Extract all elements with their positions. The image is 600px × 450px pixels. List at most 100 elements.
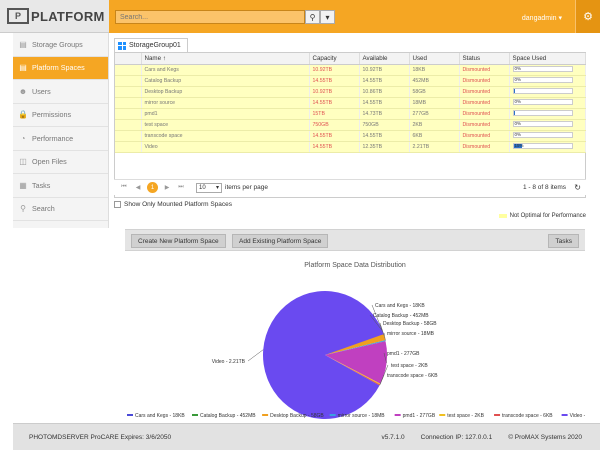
settings-button[interactable]: ⚙ — [575, 0, 600, 33]
refresh-icon[interactable]: ↻ — [574, 183, 581, 192]
cell-available: 14.55TB — [359, 130, 410, 142]
space-used-percent: 15% — [514, 143, 524, 149]
first-page-button[interactable]: ⏮ — [119, 183, 129, 193]
sidebar-item-tasks[interactable]: ▦ Tasks — [13, 174, 108, 198]
cell-space-used: 15% — [509, 141, 586, 153]
cell-name: test space — [141, 119, 310, 131]
cell-blank — [115, 108, 142, 120]
table-row[interactable]: Catalog Backup 14.55TB 14.55TB 452MB Dismoun… — [115, 75, 586, 87]
next-page-button[interactable]: ▶ — [162, 183, 172, 193]
cell-blank — [115, 86, 142, 98]
cell-capacity: 750GB — [309, 119, 360, 131]
cell-name: transcode space — [141, 130, 310, 142]
page-size-select[interactable]: 10 ▾ — [196, 182, 222, 193]
tasks-button[interactable]: Tasks — [548, 234, 579, 248]
open-files-icon: ◫ — [19, 157, 27, 167]
pie-label: Desktop Backup - 58GB — [383, 321, 437, 327]
table-row[interactable]: Cars and Kegs 10.92TB 10.92TB 18KB Dismounte… — [115, 64, 586, 76]
cell-status: Dismounted — [459, 141, 510, 153]
tab-storage-group[interactable]: StorageGroup01 — [114, 38, 188, 52]
cell-used: 18MB — [409, 97, 460, 109]
sidebar-item-storage-groups[interactable]: ▤ Storage Groups — [13, 33, 108, 57]
mounted-only-checkbox[interactable] — [114, 201, 121, 208]
cell-space-used: 0% — [509, 97, 586, 109]
cell-blank — [115, 64, 142, 76]
footer-info: v5.7.1.0 Connection IP: 127.0.0.1 © ProM… — [382, 434, 583, 441]
cell-blank — [115, 141, 142, 153]
cell-available: 12.35TB — [359, 141, 410, 153]
table-body: Cars and Kegs 10.92TB 10.92TB 18KB Dismounte… — [115, 64, 586, 153]
table-row[interactable]: pmd1 15TB 14.73TB 277GB Dismounted — [115, 108, 586, 120]
table-row[interactable]: mirror source 14.55TB 14.55TB 18MB Dismounte… — [115, 97, 586, 109]
pie-label: Catalog Backup - 452MB — [373, 313, 429, 319]
column-header[interactable]: Used — [409, 53, 460, 65]
tasks-icon: ▦ — [19, 180, 27, 190]
create-platform-space-button[interactable]: Create New Platform Space — [131, 234, 226, 248]
table-row[interactable]: transcode space 14.55TB 14.55TB 6KB Dismount… — [115, 130, 586, 142]
user-menu[interactable]: dangadmin ▾ — [522, 14, 562, 22]
column-header[interactable] — [115, 53, 142, 65]
cell-used: 2KB — [409, 119, 460, 131]
space-used-bar: 15% — [512, 143, 573, 150]
sidebar-item-permissions[interactable]: 🔒 Permissions — [13, 104, 108, 127]
sidebar-item-platform-spaces[interactable]: ▤ Platform Spaces — [13, 56, 108, 80]
column-header[interactable]: Available — [359, 53, 410, 65]
cell-name: Desktop Backup — [141, 86, 310, 98]
mounted-only-toggle[interactable]: Show Only Mounted Platform Spaces — [114, 201, 232, 208]
space-used-fill — [513, 89, 516, 94]
table-row[interactable]: test space 750GB 750GB 2KB Dismounted 0% — [115, 119, 586, 131]
last-page-button[interactable]: ⏭ — [176, 183, 186, 193]
cell-capacity: 14.55TB — [309, 141, 360, 153]
legend-entry[interactable]: Desktop Backup - 58GB — [270, 413, 324, 419]
chevron-down-icon: ▾ — [325, 12, 330, 22]
legend-entry[interactable]: mirror source - 18MB — [338, 413, 386, 419]
license-text: PHOTOMDSERVER ProCARE Expires: 3/6/2050 — [29, 434, 172, 441]
cell-status: Dismounted — [459, 130, 510, 142]
legend-entry[interactable]: Video - 2.21TB — [570, 413, 600, 419]
legend-entry[interactable]: test space - 2KB — [447, 413, 484, 419]
table-row[interactable]: Desktop Backup 10.92TB 10.86TB 58GB Dismount… — [115, 86, 586, 98]
sidebar-item-label: Users — [32, 86, 51, 96]
space-used-percent: 0% — [514, 99, 522, 105]
search-button[interactable]: ⚲ — [305, 10, 320, 24]
platform-icon: ▤ — [19, 63, 27, 73]
search-input[interactable] — [115, 10, 305, 24]
space-used-bar: 0% — [512, 66, 573, 73]
pie-label: transcode space - 6KB — [387, 373, 438, 379]
sidebar: ▤ Storage Groups ▤ Platform Spaces ☻ Users 🔒 Pe… — [13, 33, 109, 228]
cell-capacity: 14.55TB — [309, 130, 360, 142]
legend-entry[interactable]: pmd1 - 277GB — [403, 413, 436, 419]
cell-space-used — [509, 86, 586, 98]
table-row[interactable]: Video 14.55TB 12.35TB 2.21TB Dismounted 15% — [115, 141, 586, 153]
cell-space-used — [509, 108, 586, 120]
cell-used: 18KB — [409, 64, 460, 76]
sidebar-item-open-files[interactable]: ◫ Open Files — [13, 151, 108, 174]
column-header[interactable]: Capacity — [309, 53, 360, 65]
search-options-button[interactable]: ▾ — [320, 10, 335, 24]
mounted-only-label: Show Only Mounted Platform Spaces — [124, 201, 233, 208]
legend-entry[interactable]: transcode space - 6KB — [502, 413, 553, 419]
column-header[interactable]: Space Used — [509, 53, 586, 65]
cell-capacity: 15TB — [309, 108, 360, 120]
distribution-chart: Platform Space Data Distribution Cars an… — [125, 255, 600, 425]
tab-label: StorageGroup01 — [129, 42, 181, 49]
cell-used: 452MB — [409, 75, 460, 87]
add-existing-platform-space-button[interactable]: Add Existing Platform Space — [232, 234, 329, 248]
space-used-percent: 0% — [514, 132, 522, 138]
column-header[interactable]: Status — [459, 53, 510, 65]
column-header[interactable]: Name ↑ — [141, 53, 310, 65]
sidebar-item-performance[interactable]: ◔ Performance — [13, 127, 108, 151]
legend-entry[interactable]: Cars and Kegs - 18KB — [135, 413, 185, 419]
prev-page-button[interactable]: ◀ — [133, 183, 143, 193]
current-page[interactable]: 1 — [147, 182, 158, 193]
storage-icon: ▤ — [19, 39, 27, 49]
pie-label: test space - 2KB — [391, 363, 428, 369]
legend-entry[interactable]: Catalog Backup - 452MB — [200, 413, 256, 419]
cell-name: pmd1 — [141, 108, 310, 120]
sidebar-item-users[interactable]: ☻ Users — [13, 80, 108, 104]
copyright-text: © ProMAX Systems 2020 — [508, 434, 582, 441]
sidebar-item-label: Search — [32, 204, 55, 214]
space-used-fill — [513, 111, 516, 116]
sidebar-item-search[interactable]: ⚲ Search — [13, 198, 108, 221]
search-icon: ⚲ — [309, 12, 316, 22]
